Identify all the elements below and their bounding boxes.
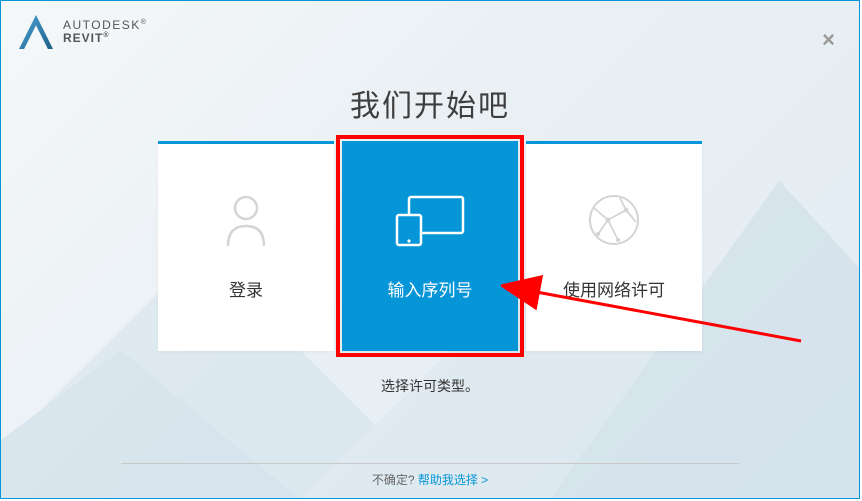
network-label: 使用网络许可 <box>563 276 665 301</box>
globe-icon <box>586 184 642 256</box>
brand-revit: REVIT® <box>63 32 147 45</box>
revit-logo-icon <box>19 15 53 49</box>
subtitle: 选择许可类型。 <box>1 376 859 396</box>
user-icon <box>222 184 270 256</box>
license-options: 登录 输入序列号 <box>1 141 859 351</box>
devices-icon <box>391 184 469 256</box>
signin-label: 登录 <box>229 276 263 301</box>
footer-prefix: 不确定? <box>372 473 418 487</box>
brand-header: AUTODESK® REVIT® <box>19 15 147 49</box>
footer-divider <box>121 463 739 464</box>
serial-card[interactable]: 输入序列号 <box>342 141 518 351</box>
dialog-window: AUTODESK® REVIT® × 我们开始吧 登录 <box>0 0 860 499</box>
help-choose-link[interactable]: 帮助我选择 > <box>418 473 488 487</box>
serial-label: 输入序列号 <box>388 276 473 301</box>
footer: 不确定? 帮助我选择 > <box>1 471 859 488</box>
dialog-title: 我们开始吧 <box>1 81 859 125</box>
network-card[interactable]: 使用网络许可 <box>526 141 702 351</box>
close-button[interactable]: × <box>822 29 835 51</box>
signin-card[interactable]: 登录 <box>158 141 334 351</box>
brand-text: AUTODESK® REVIT® <box>63 19 147 44</box>
